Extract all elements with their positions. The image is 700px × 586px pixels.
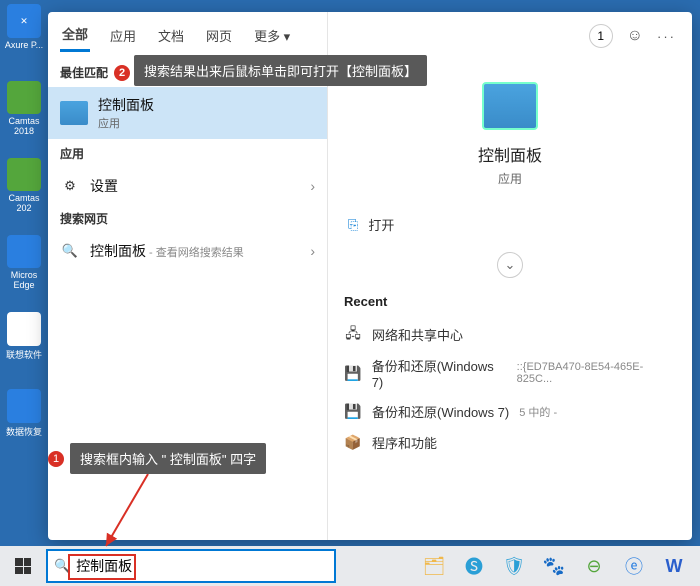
tab-apps[interactable]: 应用 [108, 20, 138, 51]
backup-icon: 💾 [344, 403, 362, 421]
detail-title: 控制面板 [344, 142, 676, 166]
callout-1: 1 搜索框内输入 " 控制面板" 四字 [70, 443, 266, 474]
badge-2: 2 [114, 65, 130, 81]
windows-logo-icon [15, 558, 31, 574]
chevron-right-icon: › [310, 178, 315, 194]
apps-header: 应用 [48, 139, 327, 168]
result-control-panel[interactable]: 控制面板 应用 [48, 87, 327, 139]
tray-folder-icon[interactable]: 🗂 [414, 546, 454, 586]
search-input[interactable] [76, 558, 328, 574]
tab-docs[interactable]: 文档 [156, 20, 186, 51]
tray-skype-icon[interactable]: 🅢 [454, 546, 494, 586]
feedback-icon[interactable]: ☺ [627, 27, 643, 45]
taskbar-search[interactable]: 🔍 [46, 549, 336, 583]
recent-header: Recent [344, 294, 676, 309]
result-settings[interactable]: ⚙ 设置 › [48, 168, 327, 204]
search-icon: 🔍 [60, 241, 80, 261]
tray-baidu-icon[interactable]: 🐾 [534, 546, 574, 586]
control-panel-icon [60, 101, 88, 125]
desktop-icons: ✕Axure P... Camtas 2018 Camtas 202 Micro… [0, 0, 48, 560]
search-icon: 🔍 [54, 558, 70, 574]
desktop-icon[interactable]: Camtas 2018 [4, 81, 44, 136]
backup-icon: 💾 [344, 364, 362, 382]
gear-icon: ⚙ [60, 176, 80, 196]
chevron-right-icon: › [310, 243, 315, 259]
tray-word-icon[interactable]: W [654, 546, 694, 586]
notification-badge[interactable]: 1 [589, 24, 613, 48]
tray-shield-icon[interactable]: 🛡 [494, 546, 534, 586]
result-web-search[interactable]: 🔍 控制面板 - 查看网络搜索结果 › [48, 233, 327, 269]
desktop-icon[interactable]: Camtas 202 [4, 158, 44, 213]
detail-column: 1 ☺ ··· 控制面板 应用 ⎘ 打开 ⌄ Recent 🖧网络和共享中心 💾… [328, 12, 692, 540]
tab-all[interactable]: 全部 [60, 18, 90, 52]
open-icon: ⎘ [348, 217, 358, 233]
start-button[interactable] [0, 546, 46, 586]
open-button[interactable]: ⎘ 打开 [344, 205, 676, 244]
web-header: 搜索网页 [48, 204, 327, 233]
recent-item[interactable]: 💾备份和还原(Windows 7)5 中的 - [344, 396, 676, 427]
recent-item[interactable]: 📦程序和功能 [344, 427, 676, 458]
desktop-icon[interactable]: 联想软件 [4, 312, 44, 367]
desktop-icon[interactable]: Micros Edge [4, 235, 44, 290]
more-icon[interactable]: ··· [657, 29, 676, 44]
tray-browser-icon[interactable]: ⊖ [574, 546, 614, 586]
callout-2: 搜索结果出来后鼠标单击即可打开【控制面板】 [134, 55, 427, 86]
tray-ie-icon[interactable]: ⓔ [614, 546, 654, 586]
desktop-icon[interactable]: ✕Axure P... [4, 4, 44, 59]
badge-1: 1 [48, 451, 64, 467]
tab-more[interactable]: 更多 ▾ [252, 20, 292, 51]
search-tabs: 全部 应用 文档 网页 更多 ▾ [48, 12, 327, 58]
programs-icon: 📦 [344, 434, 362, 452]
control-panel-large-icon [482, 82, 538, 130]
recent-item[interactable]: 🖧网络和共享中心 [344, 319, 676, 350]
desktop-icon[interactable]: 数据恢复 [4, 389, 44, 444]
recent-item[interactable]: 💾备份和还原(Windows 7)::{ED7BA470-8E54-465E-8… [344, 350, 676, 396]
network-icon: 🖧 [344, 326, 362, 344]
taskbar-tray: 🗂 🅢 🛡 🐾 ⊖ ⓔ W [414, 546, 700, 586]
expand-button[interactable]: ⌄ [497, 252, 523, 278]
tab-web[interactable]: 网页 [204, 20, 234, 51]
taskbar: 🔍 🗂 🅢 🛡 🐾 ⊖ ⓔ W [0, 546, 700, 586]
detail-subtitle: 应用 [344, 170, 676, 187]
